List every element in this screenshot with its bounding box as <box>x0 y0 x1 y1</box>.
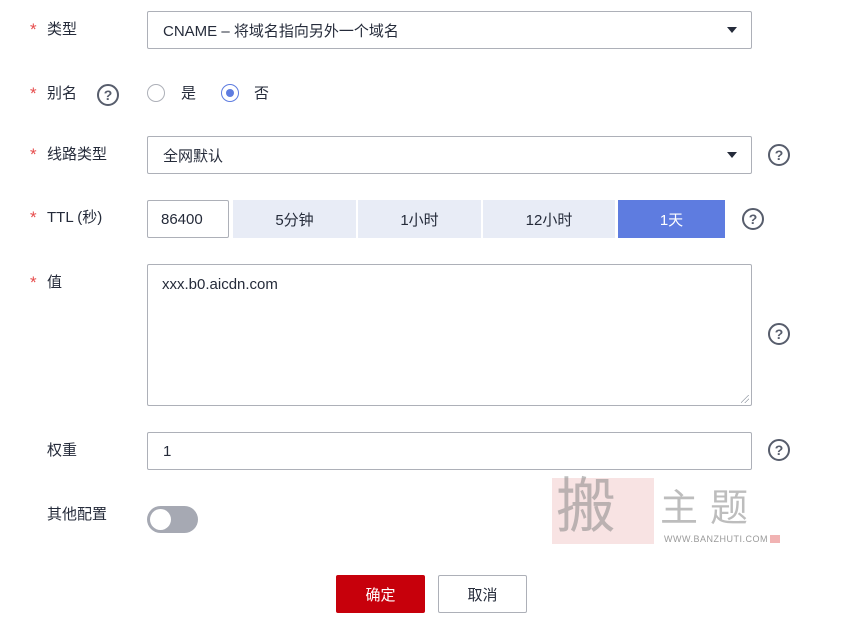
ttl-preset-5min[interactable]: 5分钟 <box>233 200 356 238</box>
question-circle-icon[interactable]: ? <box>97 84 119 106</box>
alias-option-no-label: 否 <box>254 85 270 102</box>
required-mark: * <box>30 84 37 103</box>
other-config-toggle[interactable] <box>147 506 198 533</box>
required-mark: * <box>30 145 37 164</box>
resize-grip-icon[interactable] <box>741 395 749 403</box>
question-circle-icon[interactable]: ? <box>768 439 790 461</box>
type-label: 类型 <box>47 21 78 38</box>
weight-input-value: 1 <box>163 442 172 460</box>
type-select[interactable]: CNAME – 将域名指向另外一个域名 <box>147 11 752 49</box>
line-type-label: 线路类型 <box>47 146 108 163</box>
required-mark: * <box>30 20 37 39</box>
required-mark: * <box>30 273 37 292</box>
toggle-knob <box>150 509 171 530</box>
ttl-label: TTL (秒) <box>47 209 103 226</box>
value-textarea-text: xxx.b0.aicdn.com <box>162 276 278 293</box>
question-circle-icon[interactable]: ? <box>768 144 790 166</box>
alias-radio-yes[interactable] <box>147 84 165 102</box>
cancel-button[interactable]: 取消 <box>438 575 527 613</box>
chevron-down-icon <box>727 152 737 158</box>
alias-label: 别名 <box>47 85 78 102</box>
weight-label: 权重 <box>47 442 78 459</box>
ttl-preset-12hour[interactable]: 12小时 <box>483 200 615 238</box>
line-type-select[interactable]: 全网默认 <box>147 136 752 174</box>
type-select-value: CNAME – 将域名指向另外一个域名 <box>163 22 399 40</box>
watermark-seal-char: 搬 <box>556 472 616 542</box>
other-config-label: 其他配置 <box>47 506 108 523</box>
chevron-down-icon <box>727 27 737 33</box>
watermark-url: WWW.BANZHUTI.COM <box>664 534 768 544</box>
value-textarea[interactable]: xxx.b0.aicdn.com <box>147 264 752 406</box>
ttl-input[interactable]: 86400 <box>147 200 229 238</box>
alias-radio-no[interactable] <box>221 84 239 102</box>
watermark-text: 主题 <box>660 486 761 530</box>
ttl-input-value: 86400 <box>161 210 203 228</box>
ttl-preset-1hour[interactable]: 1小时 <box>358 200 481 238</box>
value-label: 值 <box>47 274 63 291</box>
ttl-preset-1day[interactable]: 1天 <box>618 200 725 238</box>
required-mark: * <box>30 208 37 227</box>
line-type-select-value: 全网默认 <box>163 147 224 165</box>
confirm-button[interactable]: 确定 <box>336 575 425 613</box>
weight-input[interactable]: 1 <box>147 432 752 470</box>
watermark-dot <box>770 535 780 543</box>
alias-option-yes-label: 是 <box>181 85 197 102</box>
question-circle-icon[interactable]: ? <box>742 208 764 230</box>
question-circle-icon[interactable]: ? <box>768 323 790 345</box>
